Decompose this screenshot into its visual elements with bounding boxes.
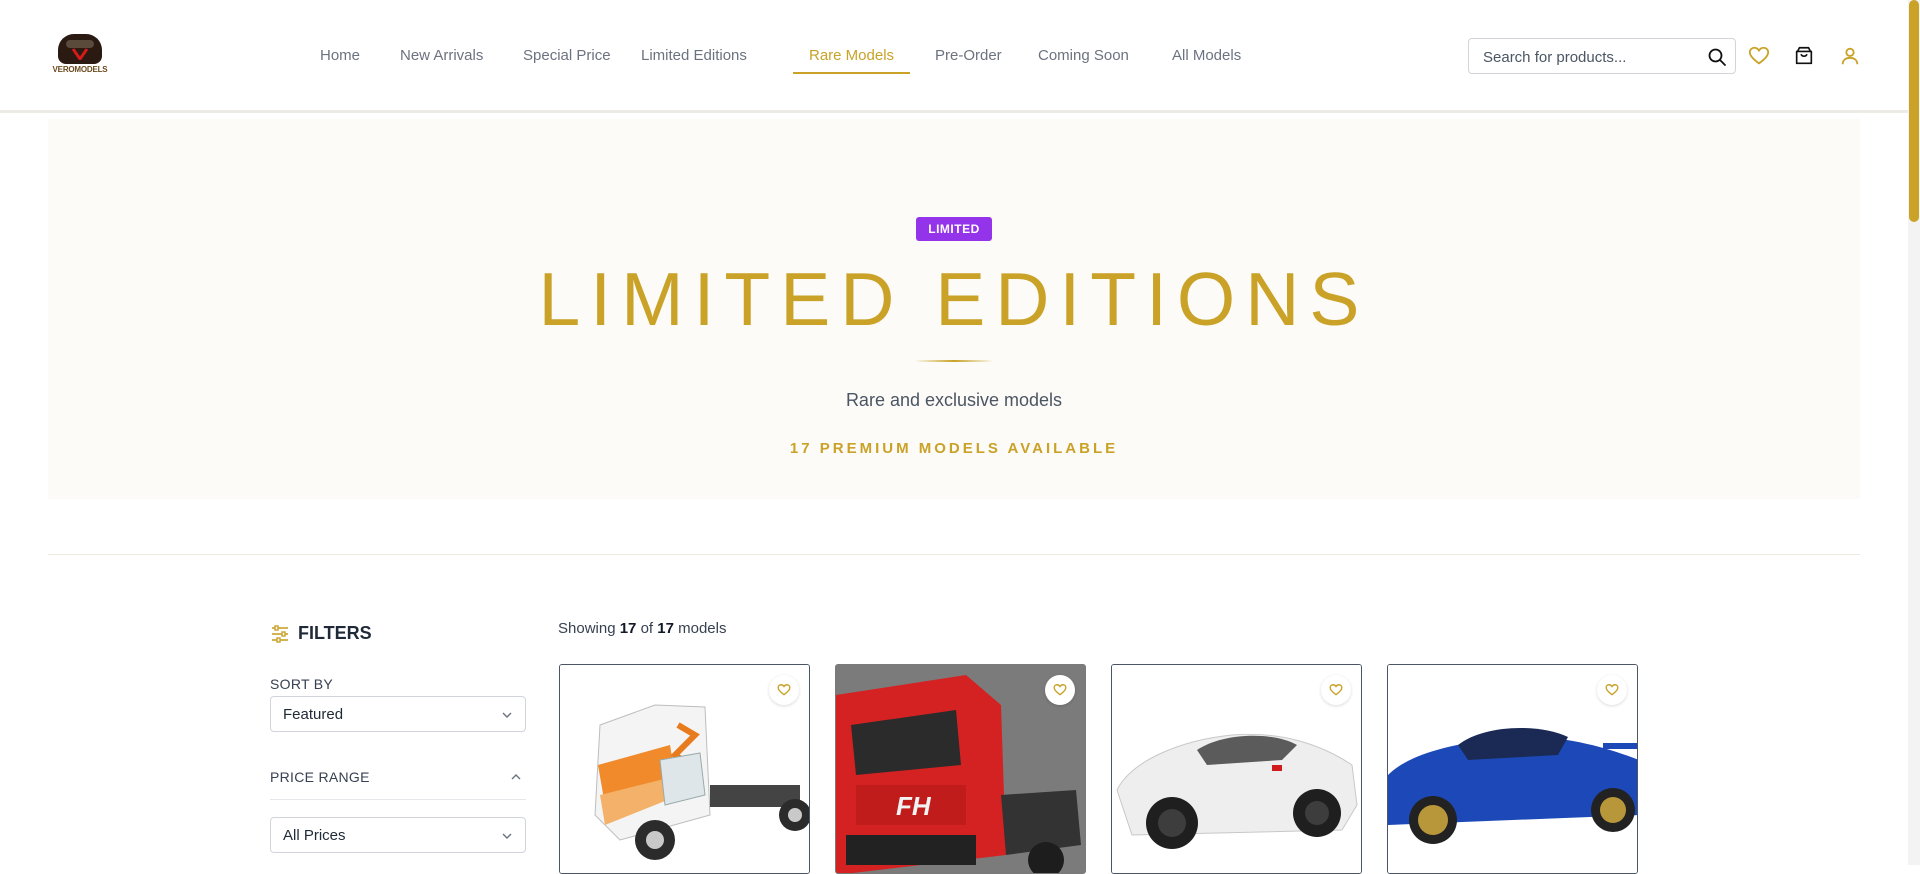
heart-icon <box>1053 684 1067 696</box>
heart-icon <box>1329 684 1343 696</box>
search-input[interactable] <box>1483 47 1703 67</box>
sort-by-label: SORT BY <box>270 676 334 692</box>
product-card[interactable] <box>1387 664 1638 874</box>
title-divider <box>914 360 994 362</box>
filters-title: FILTERS <box>298 623 372 643</box>
chevron-down-icon <box>502 712 512 718</box>
wishlist-button[interactable] <box>1321 675 1351 705</box>
results-of: of <box>640 620 654 637</box>
models-count: 17 PREMIUM MODELS AVAILABLE <box>789 440 1119 457</box>
price-range-divider <box>270 799 526 800</box>
sort-by-select[interactable]: Featured <box>270 696 526 732</box>
hero-subtitle: Rare and exclusive models <box>845 390 1063 410</box>
nav-new-arrivals[interactable]: New Arrivals <box>384 40 499 74</box>
search-icon[interactable] <box>1707 47 1727 67</box>
price-range-label[interactable]: PRICE RANGE <box>270 769 370 785</box>
page-scrollbar[interactable] <box>1908 0 1920 865</box>
nav-all-models[interactable]: All Models <box>1156 40 1257 74</box>
chevron-up-icon[interactable] <box>510 771 522 783</box>
wishlist-button[interactable] <box>1597 675 1627 705</box>
chevron-down-icon <box>502 833 512 839</box>
price-range-select[interactable]: All Prices <box>270 817 526 853</box>
nav-special-price[interactable]: Special Price <box>507 40 627 74</box>
wishlist-button[interactable] <box>769 675 799 705</box>
user-icon[interactable] <box>1839 45 1861 67</box>
product-card[interactable] <box>1111 664 1362 874</box>
nav-limited-editions[interactable]: Limited Editions <box>625 40 763 74</box>
results-suffix: models <box>678 620 727 637</box>
sliders-icon <box>272 625 288 643</box>
site-header: VEROMODELS Home New Arrivals Special Pri… <box>0 0 1908 113</box>
results-prefix: Showing <box>558 620 616 637</box>
heart-icon <box>1605 684 1619 696</box>
logo-text: VEROMODELS <box>52 65 108 74</box>
page-title: LIMITED EDITIONS <box>538 257 1370 341</box>
shopping-bag-icon[interactable] <box>1793 45 1815 67</box>
heart-icon <box>777 684 791 696</box>
section-divider <box>48 554 1860 555</box>
nav-coming-soon[interactable]: Coming Soon <box>1022 40 1145 74</box>
price-range-value: All Prices <box>283 827 346 844</box>
product-card[interactable] <box>559 664 810 874</box>
brand-logo[interactable]: VEROMODELS <box>52 34 108 76</box>
wishlist-button[interactable] <box>1045 675 1075 705</box>
results-total: 17 <box>657 620 674 637</box>
results-count: Showing 17 of 17 models <box>558 620 726 637</box>
scrollbar-thumb[interactable] <box>1909 0 1919 222</box>
nav-pre-order[interactable]: Pre-Order <box>919 40 1018 74</box>
heart-icon[interactable] <box>1748 45 1770 67</box>
sort-by-value: Featured <box>283 706 344 723</box>
results-shown: 17 <box>619 620 637 637</box>
product-card[interactable]: FH <box>835 664 1086 874</box>
svg-text:FH: FH <box>896 791 932 821</box>
logo-v-icon <box>72 48 88 60</box>
limited-badge: LIMITED <box>916 217 992 241</box>
nav-home[interactable]: Home <box>304 40 376 74</box>
nav-rare-models[interactable]: Rare Models <box>793 40 911 74</box>
logo-car-icon <box>58 34 102 64</box>
search-box <box>1468 38 1736 74</box>
